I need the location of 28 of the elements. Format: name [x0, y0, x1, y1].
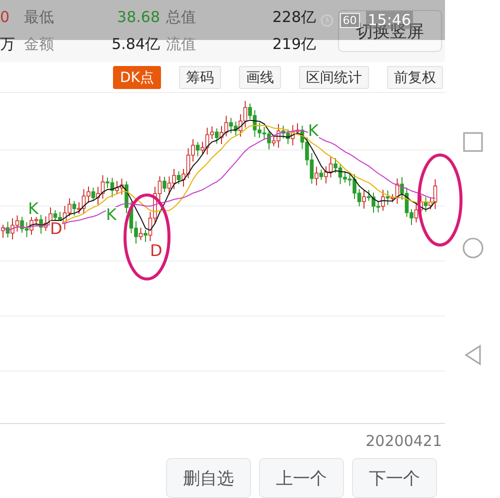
action-button[interactable]: 删自选: [166, 458, 251, 498]
action-button[interactable]: 上一个: [259, 458, 344, 498]
signal-marker: K: [106, 207, 116, 223]
action-button[interactable]: 下一个: [352, 458, 437, 498]
home-icon[interactable]: [462, 236, 484, 259]
chart-tool-tab[interactable]: 区间统计: [299, 66, 369, 89]
chart-tool-tab[interactable]: 筹码: [179, 66, 221, 89]
chart-tool-tab[interactable]: DK点: [113, 66, 161, 89]
battery-level: 60: [340, 12, 360, 28]
recents-icon[interactable]: [462, 132, 482, 152]
stat-value: 38.68: [116, 8, 161, 27]
signal-marker: D: [50, 221, 62, 237]
signal-marker: K: [28, 201, 38, 217]
date-label: 20200421: [364, 431, 443, 450]
stat-label: 流值: [166, 35, 197, 54]
stat-value: 0: [0, 8, 11, 27]
stat-value: 219亿: [271, 35, 316, 54]
chart-tool-tab[interactable]: 画线: [239, 66, 281, 89]
signal-marker: K: [308, 123, 318, 139]
stat-value: 228亿: [271, 8, 316, 27]
stat-label: 金额: [23, 35, 55, 54]
stat-value: 万: [0, 35, 14, 54]
stat-label: 总值: [166, 8, 197, 27]
signal-marker: D: [150, 243, 162, 259]
stat-value: 5.84亿: [110, 35, 161, 54]
chart-tool-tab[interactable]: 前复权: [387, 66, 443, 89]
stat-label: 最低: [23, 8, 55, 27]
back-icon[interactable]: [464, 344, 482, 366]
